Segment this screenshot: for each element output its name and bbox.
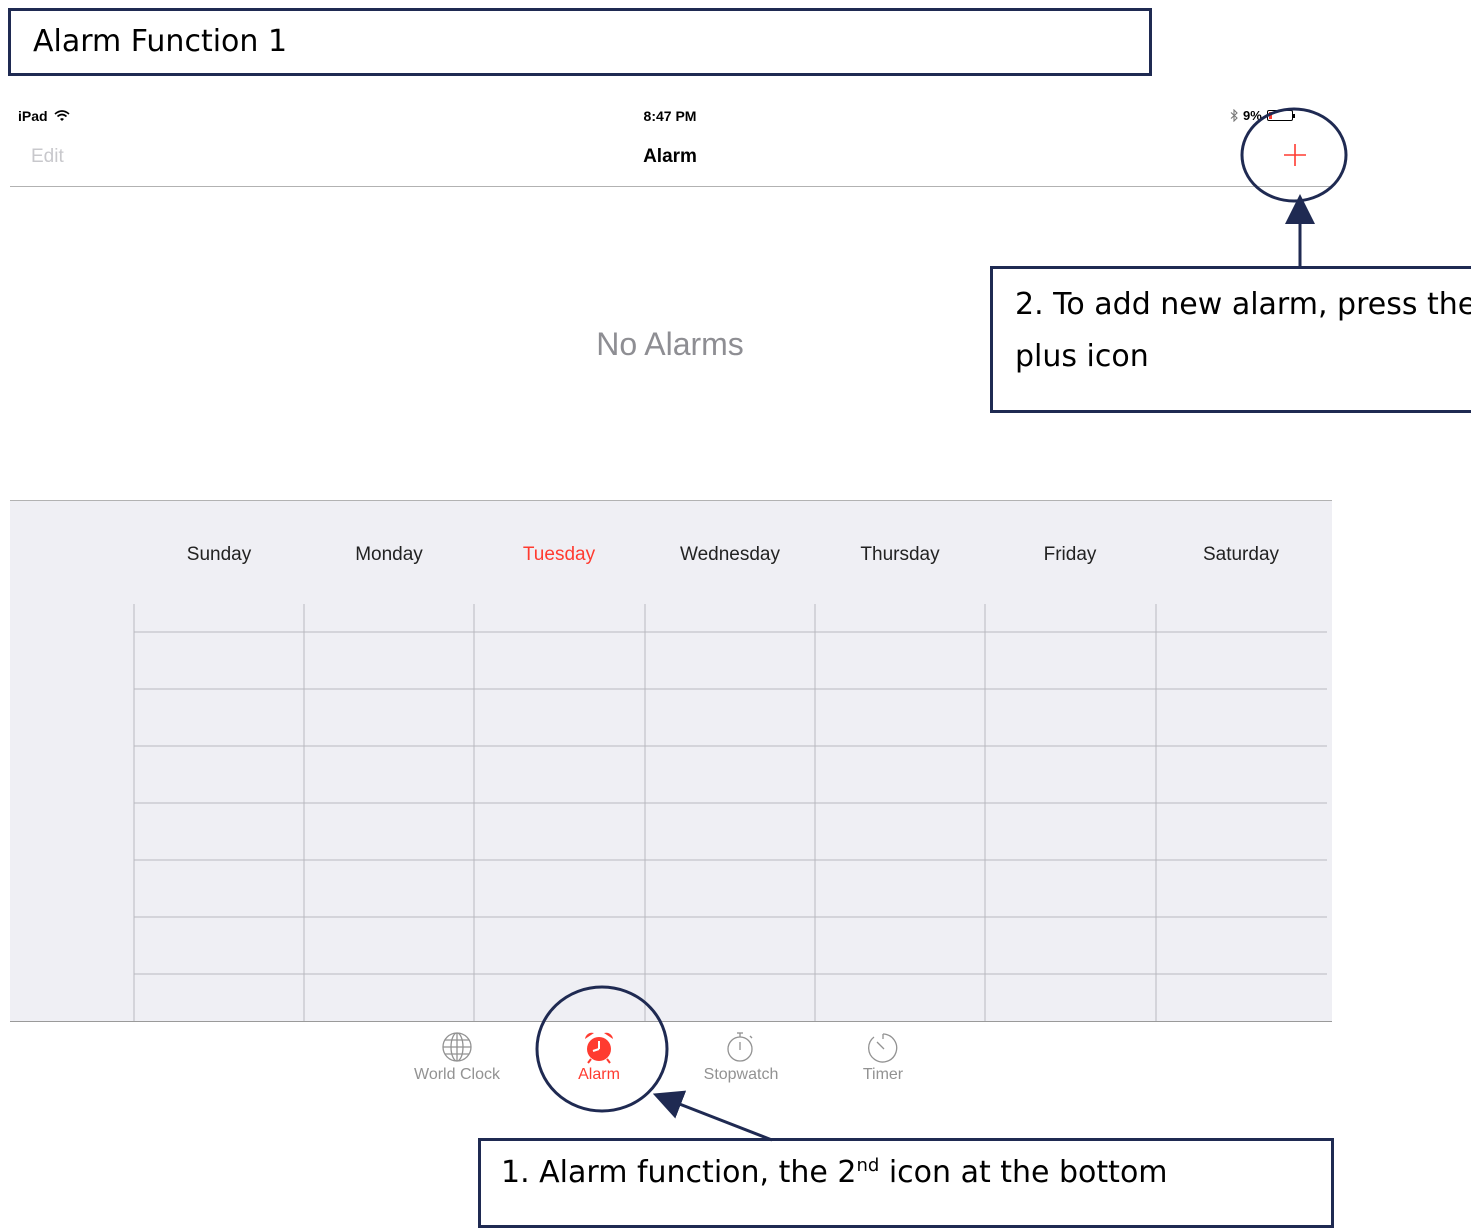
tab-alarm[interactable]: Alarm bbox=[544, 1030, 654, 1084]
callout-superscript: nd bbox=[856, 1155, 880, 1176]
annotation-callout-alarm: 1. Alarm function, the 2nd icon at the b… bbox=[478, 1138, 1334, 1228]
tab-world-clock[interactable]: World Clock bbox=[402, 1030, 512, 1084]
day-label: Thursday bbox=[860, 544, 940, 565]
callout-text: 1. Alarm function, the 2 bbox=[501, 1155, 857, 1190]
arrow-to-alarm bbox=[652, 1090, 773, 1142]
week-grid bbox=[133, 604, 1327, 1022]
tab-label: Timer bbox=[862, 1066, 904, 1083]
globe-icon bbox=[442, 1032, 472, 1062]
tab-timer[interactable]: Timer bbox=[828, 1030, 938, 1084]
add-alarm-button[interactable] bbox=[1278, 134, 1312, 174]
timer-icon bbox=[868, 1033, 898, 1063]
page-title: Alarm bbox=[643, 146, 697, 167]
nav-divider bbox=[10, 186, 1332, 187]
battery-percent: 9% bbox=[1243, 108, 1262, 123]
tabbar-divider bbox=[10, 1021, 1332, 1022]
callout-text: icon at the bottom bbox=[879, 1155, 1168, 1190]
tab-label: Alarm bbox=[578, 1066, 620, 1083]
tab-label: World Clock bbox=[414, 1066, 500, 1083]
status-right: 9% bbox=[1230, 108, 1295, 123]
battery-icon bbox=[1266, 110, 1295, 121]
stopwatch-icon bbox=[727, 1032, 753, 1062]
document-title: Alarm Function 1 bbox=[8, 8, 1152, 76]
day-label: Saturday bbox=[1202, 544, 1280, 565]
tab-stopwatch[interactable]: Stopwatch bbox=[686, 1030, 796, 1084]
day-label-today: Tuesday bbox=[522, 544, 596, 565]
alarm-clock-icon bbox=[585, 1032, 613, 1064]
day-label: Wednesday bbox=[680, 544, 780, 565]
status-time: 8:47 PM bbox=[643, 108, 697, 124]
annotation-callout-add: 2. To add new alarm, press the plus icon bbox=[990, 266, 1471, 413]
day-label: Friday bbox=[1043, 544, 1097, 565]
bluetooth-icon bbox=[1230, 109, 1238, 122]
day-label: Monday bbox=[355, 544, 423, 565]
day-label: Sunday bbox=[186, 544, 252, 565]
tab-label: Stopwatch bbox=[703, 1066, 779, 1083]
